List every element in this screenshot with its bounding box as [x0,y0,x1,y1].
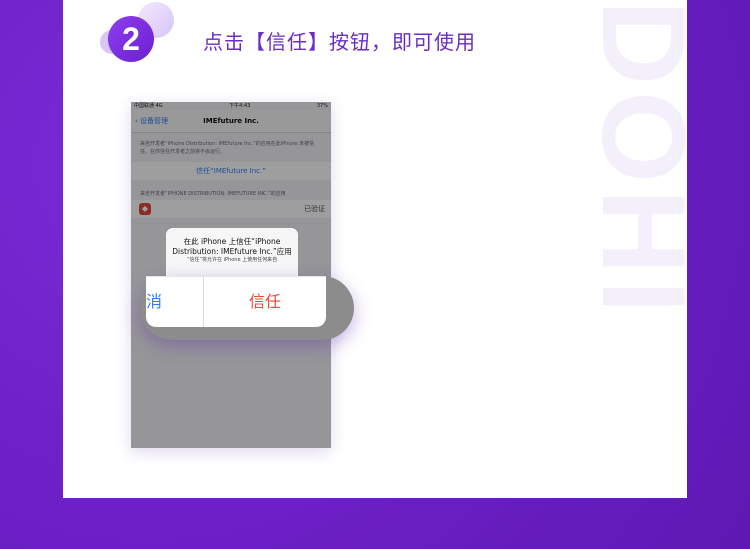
step-instruction: 点击【信任】按钮，即可使用 [203,30,476,54]
zoomed-alert-buttons: 消 信任 [146,276,326,327]
alert-title: 在此 iPhone 上信任“iPhone Distribution: IMEfu… [172,237,292,256]
step-number: 2 [108,16,154,62]
watermark-text: DOHI [588,0,698,319]
alert-message: “信任”将允许在 iPhone 上使用任何来自 [186,257,278,263]
trust-button[interactable]: 信任 [204,277,326,327]
step-badge: 2 [100,0,180,70]
cancel-button[interactable]: 消 [146,277,204,327]
